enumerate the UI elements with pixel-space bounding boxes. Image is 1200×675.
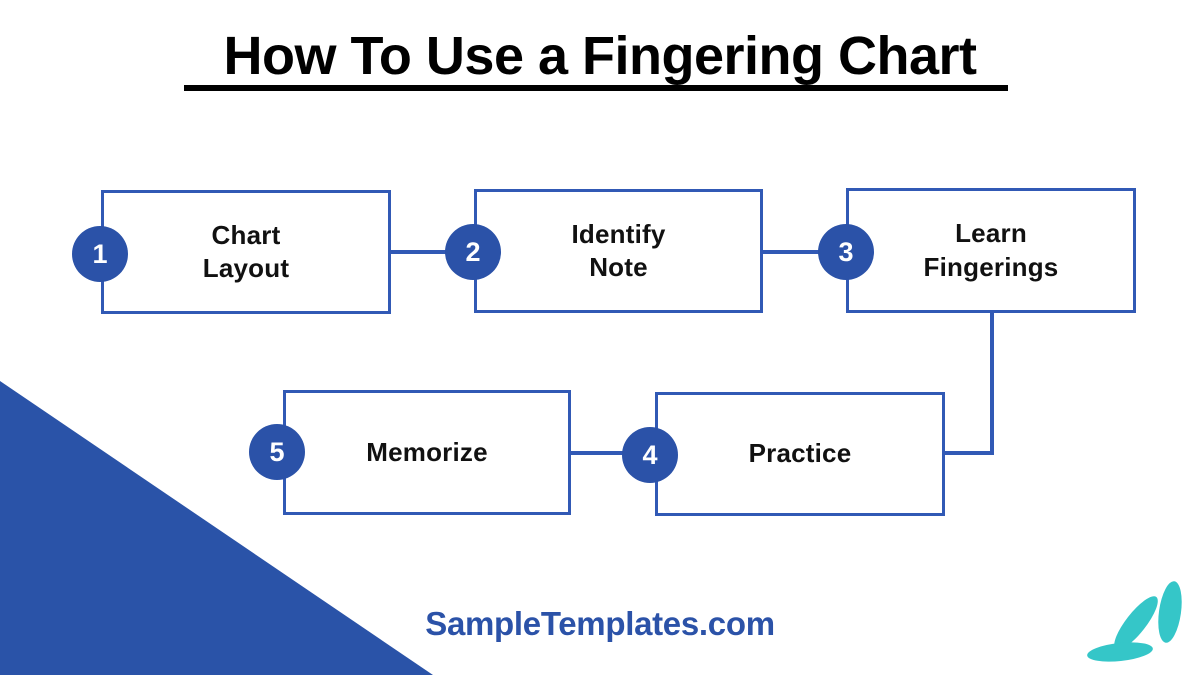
step-number-circle-5-label: 5 xyxy=(269,436,285,467)
step-number-circle-2-label: 2 xyxy=(465,236,481,267)
step-box-3-label: Learn Fingerings xyxy=(923,218,1059,282)
step-box-1[interactable]: Chart Layout xyxy=(101,190,391,314)
slide-canvas: How To Use a Fingering Chart Chart Layou… xyxy=(0,0,1200,675)
step-box-5[interactable]: Memorize xyxy=(283,390,571,515)
step-number-circle-3-label: 3 xyxy=(838,236,854,267)
step-number-circle-1[interactable]: 1 xyxy=(72,226,128,282)
step-box-2-label: Identify Note xyxy=(571,218,666,282)
step-box-4[interactable]: Practice xyxy=(655,392,945,516)
brand-watermark: SampleTemplates.com xyxy=(425,605,775,642)
step-box-1-label: Chart Layout xyxy=(202,219,290,283)
step-box-3[interactable]: Learn Fingerings xyxy=(846,188,1136,313)
step-number-circle-5[interactable]: 5 xyxy=(249,424,305,480)
step-number-circle-2[interactable]: 2 xyxy=(445,224,501,280)
step-number-circle-4-label: 4 xyxy=(642,439,658,470)
step-number-circle-4[interactable]: 4 xyxy=(622,427,678,483)
step-box-2[interactable]: Identify Note xyxy=(474,189,763,313)
flow-connectors xyxy=(391,250,994,455)
step-number-circle-3[interactable]: 3 xyxy=(818,224,874,280)
step-number-circle-1-label: 1 xyxy=(92,238,108,269)
step-box-5-label: Memorize xyxy=(366,436,488,467)
step-box-4-label: Practice xyxy=(748,438,852,469)
